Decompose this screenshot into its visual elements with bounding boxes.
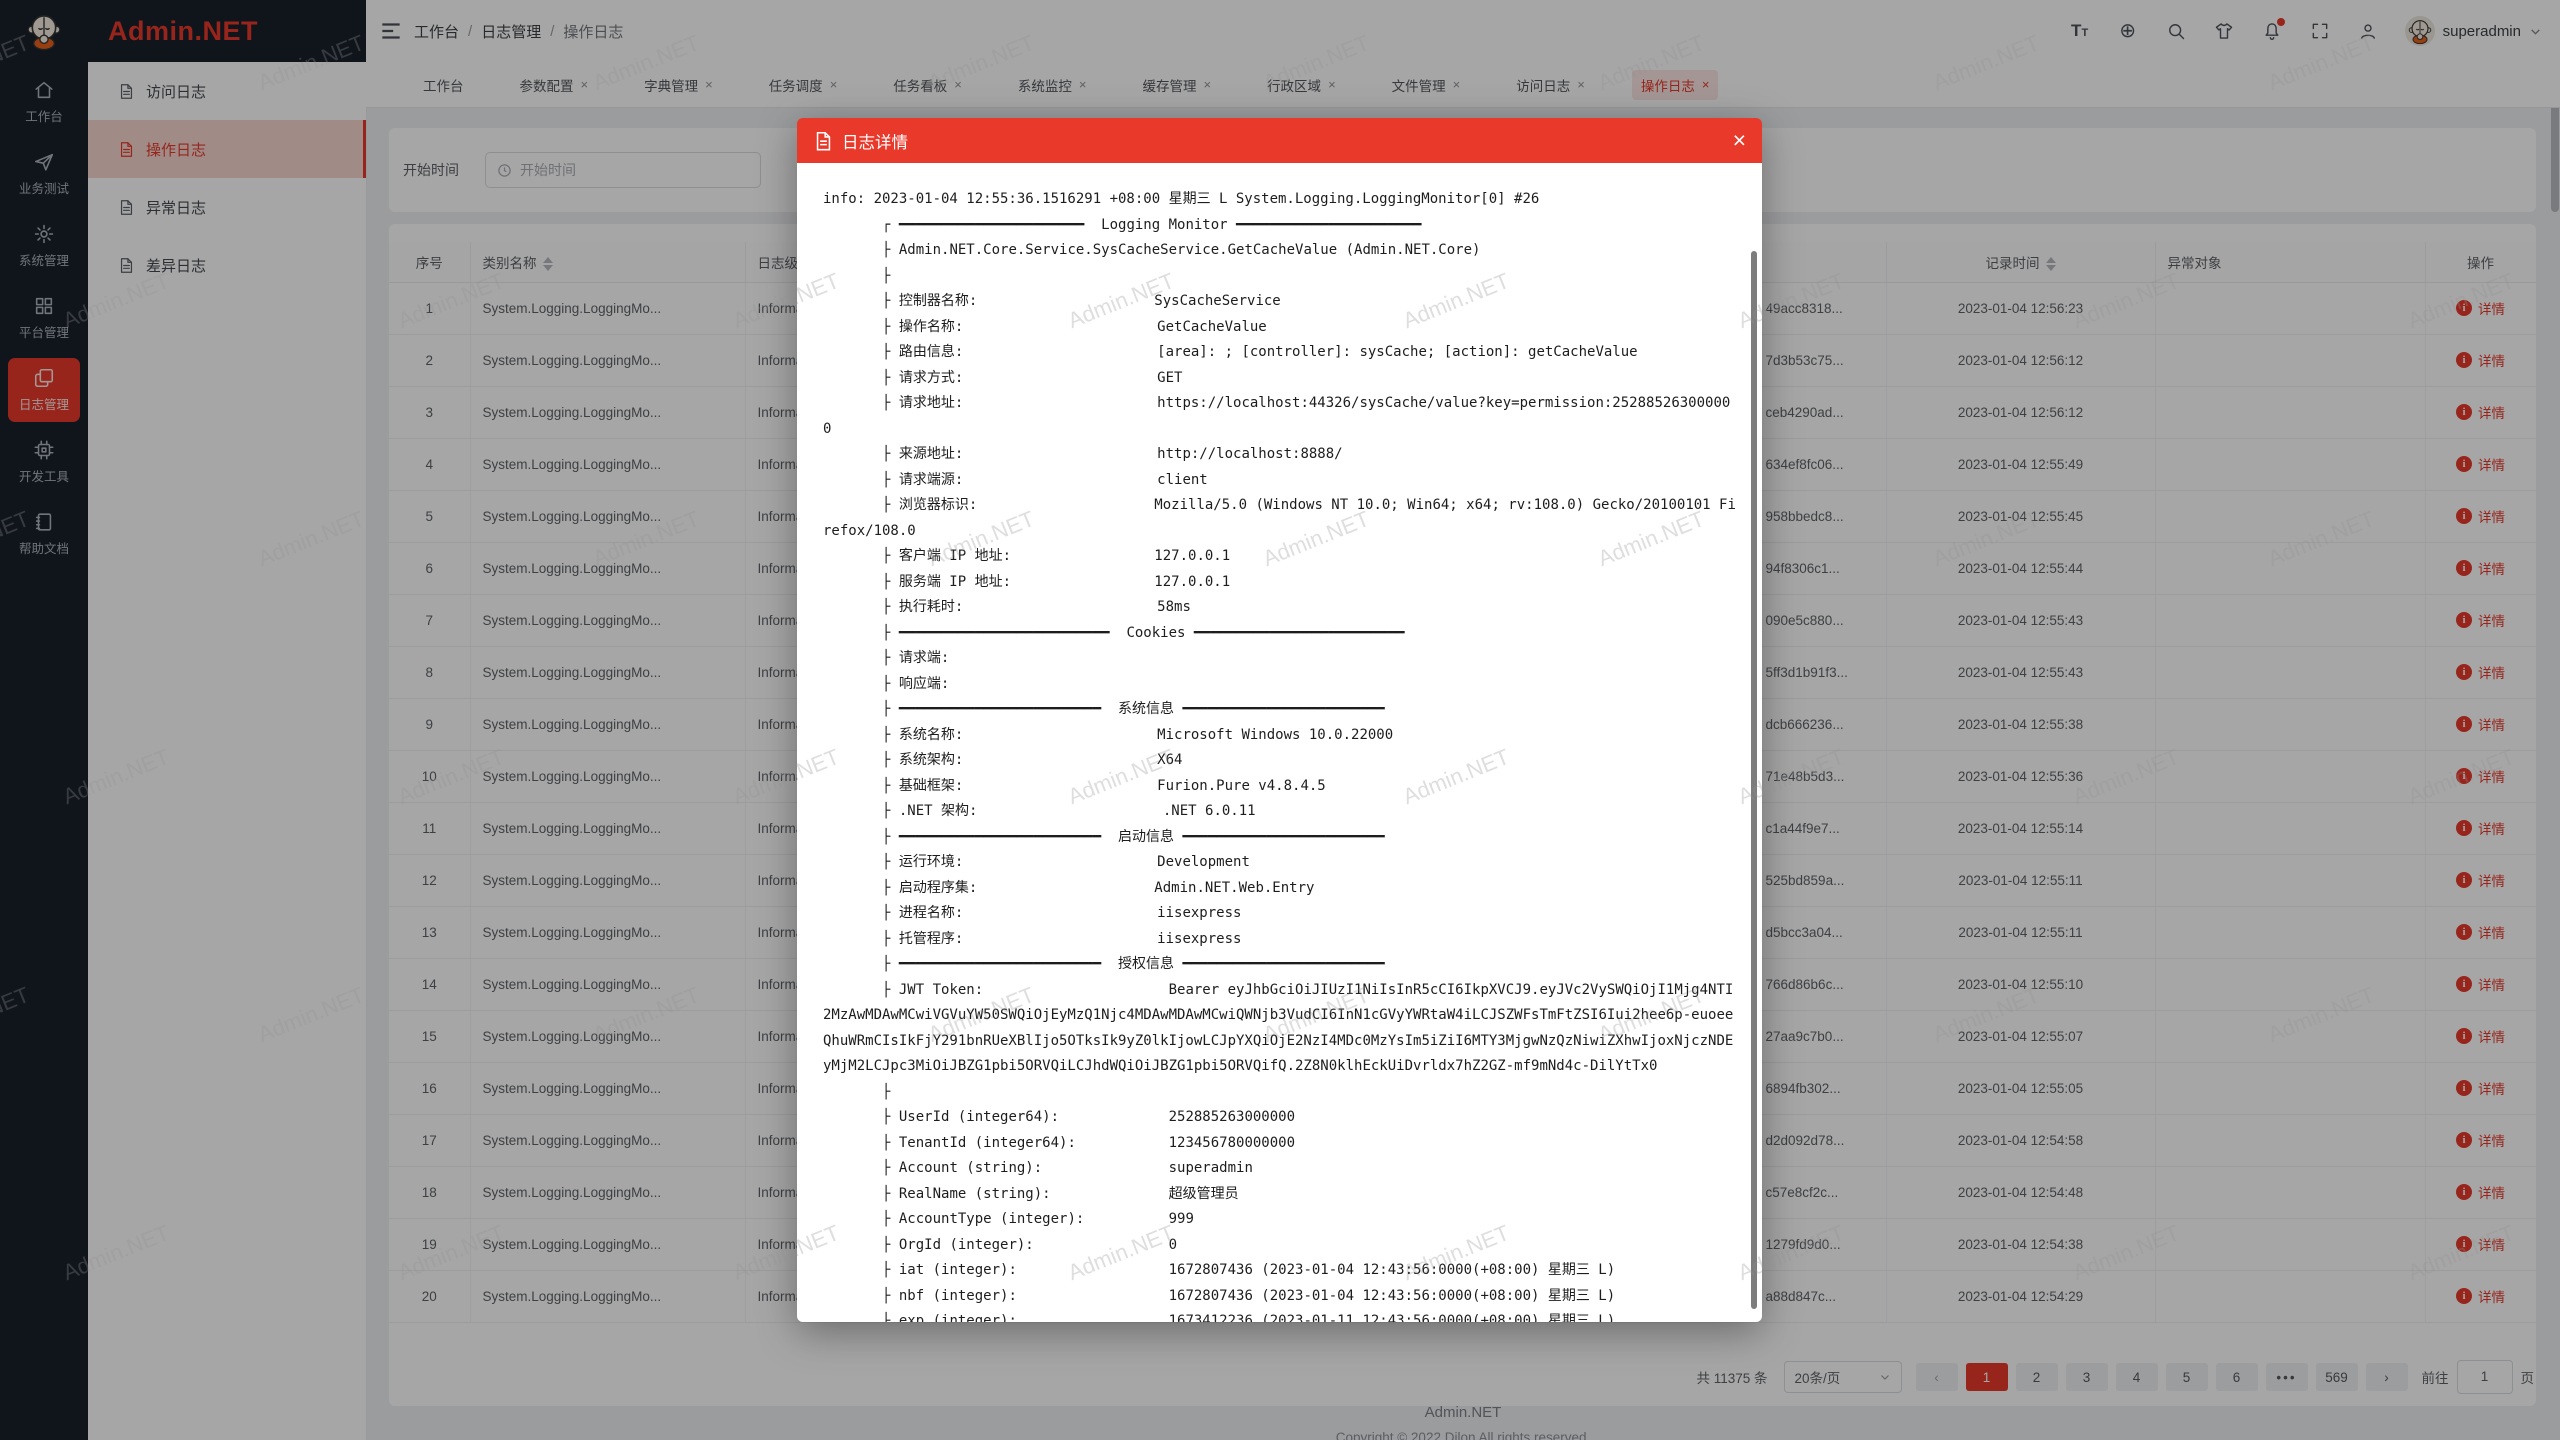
app-screen: Admin.NET 工作台业务测试系统管理平台管理日志管理开发工具帮助文档 访问… bbox=[0, 0, 2560, 1440]
close-icon[interactable]: × bbox=[1733, 126, 1746, 154]
log-text: info: 2023-01-04 12:55:36.1516291 +08:00… bbox=[797, 163, 1762, 1322]
log-detail-modal: 日志详情 × info: 2023-01-04 12:55:36.1516291… bbox=[797, 118, 1762, 1322]
modal-title: 日志详情 bbox=[842, 129, 908, 153]
document-icon bbox=[815, 131, 832, 150]
modal-scrollbar[interactable] bbox=[1751, 251, 1757, 1309]
modal-header: 日志详情 × bbox=[797, 118, 1762, 163]
modal-body: info: 2023-01-04 12:55:36.1516291 +08:00… bbox=[797, 163, 1762, 1322]
